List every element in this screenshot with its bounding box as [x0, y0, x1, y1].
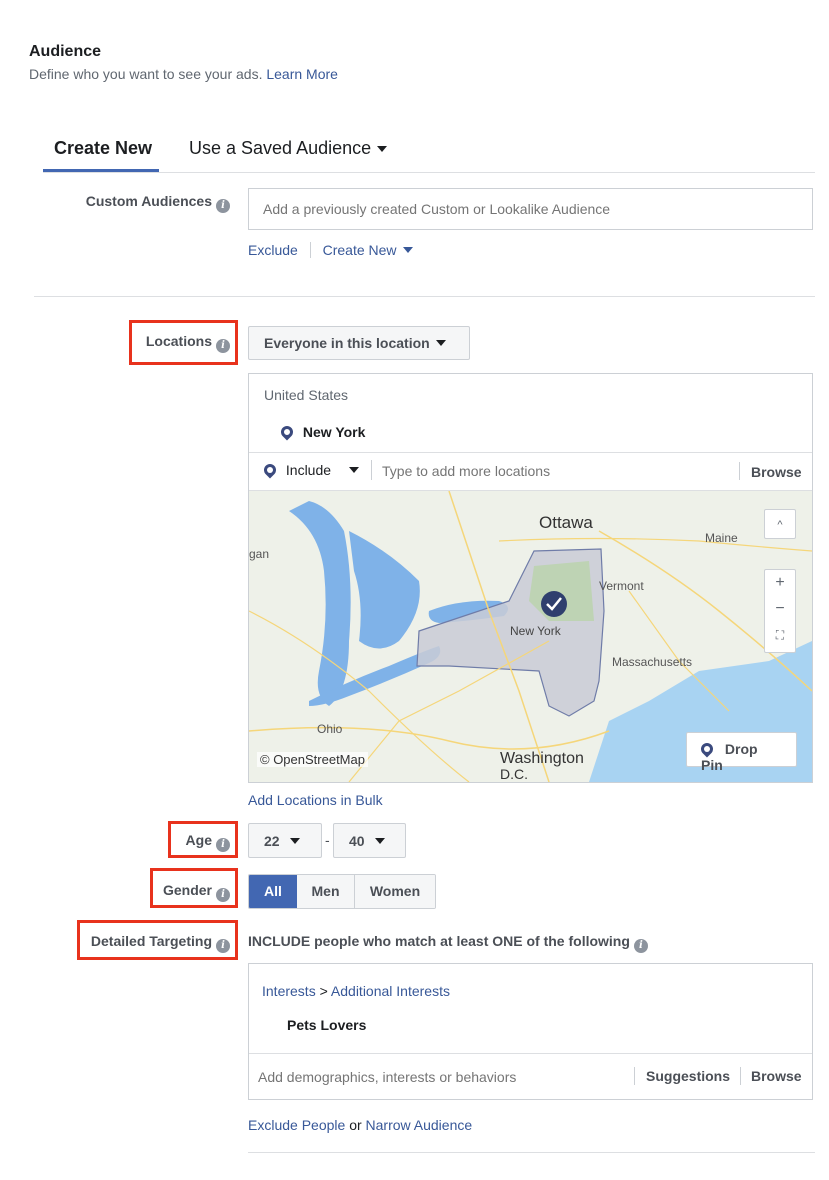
age-label: Age i — [40, 832, 230, 852]
age-label-text: Age — [185, 832, 212, 848]
zoom-out-button[interactable]: − — [765, 596, 795, 622]
targeting-footer-links: Exclude People or Narrow Audience — [248, 1117, 472, 1133]
include-criteria-text: INCLUDE people who match at least ONE of… — [248, 933, 648, 953]
info-icon[interactable]: i — [216, 939, 230, 953]
gender-label-text: Gender — [162, 882, 212, 898]
info-icon[interactable]: i — [633, 939, 648, 953]
chevron-down-icon — [402, 247, 413, 253]
chevron-down-icon — [377, 146, 388, 152]
map-label-ohio: Ohio — [317, 722, 343, 736]
create-new-label: Create New — [322, 242, 397, 258]
chevron-up-icon: ^ — [777, 519, 783, 531]
location-country: United States — [264, 387, 349, 403]
map-attribution: © OpenStreetMap — [257, 752, 368, 767]
targeting-search-input[interactable] — [258, 1063, 628, 1091]
recenter-icon: ⛶ — [775, 628, 785, 642]
detailed-targeting-label-text: Detailed Targeting — [90, 933, 212, 949]
exclude-people-link[interactable]: Exclude People — [248, 1117, 345, 1133]
custom-audiences-label: Custom Audiences i — [40, 193, 230, 213]
selected-location-label: New York — [302, 424, 366, 440]
location-map[interactable]: Ottawa Maine gan Vermont New York Massac… — [249, 491, 812, 782]
chevron-down-icon — [289, 838, 300, 844]
bottom-divider — [248, 1152, 815, 1153]
info-icon[interactable]: i — [216, 199, 230, 213]
age-separator: - — [325, 832, 330, 848]
gender-all-button[interactable]: All — [249, 875, 297, 908]
map-label-maine: Maine — [705, 531, 738, 545]
map-label-new-york: New York — [510, 624, 561, 638]
location-search-input[interactable] — [382, 458, 722, 484]
map-label-dc: D.C. — [500, 766, 528, 782]
suggestions-separator — [634, 1067, 635, 1085]
location-type-label: Everyone in this location — [264, 335, 430, 351]
drop-pin-button[interactable]: Drop Pin — [686, 732, 797, 773]
map-zoom-controls: + − ⛶ — [764, 569, 796, 653]
age-min-value: 22 — [264, 833, 280, 849]
include-separator — [371, 460, 372, 480]
selected-interest[interactable]: Pets Lovers — [287, 1017, 366, 1033]
chevron-down-icon — [374, 838, 385, 844]
include-criteria-label: INCLUDE people who match at least ONE of… — [248, 933, 630, 949]
create-new-link[interactable]: Create New — [323, 242, 413, 258]
locations-label: Locations i — [40, 333, 230, 353]
location-browse-button[interactable]: Browse — [751, 464, 802, 480]
detailed-targeting-label: Detailed Targeting i — [40, 933, 230, 953]
targeting-row-divider — [249, 1053, 812, 1054]
section-subtitle: Define who you want to see your ads. Lea… — [29, 66, 338, 82]
or-text: or — [349, 1117, 362, 1133]
breadcrumb-additional-interests[interactable]: Additional Interests — [331, 983, 450, 999]
action-separator — [309, 242, 311, 258]
info-icon[interactable]: i — [216, 838, 230, 852]
chevron-down-icon — [435, 340, 446, 346]
location-pin-icon — [261, 461, 279, 479]
map-label-massachusetts: Massachusetts — [612, 655, 693, 669]
custom-audience-input[interactable] — [248, 188, 813, 230]
map-label-ottawa: Ottawa — [539, 513, 593, 532]
map-label-vermont: Vermont — [599, 579, 644, 593]
gender-label: Gender i — [40, 882, 230, 902]
location-row-divider — [249, 452, 812, 453]
custom-audiences-label-text: Custom Audiences — [85, 193, 212, 209]
info-icon[interactable]: i — [216, 888, 230, 902]
gender-men-button[interactable]: Men — [297, 875, 355, 908]
targeting-browse-separator — [740, 1067, 741, 1085]
tab-saved-audience[interactable]: Use a Saved Audience — [189, 138, 388, 159]
breadcrumb-interests[interactable]: Interests — [262, 983, 316, 999]
breadcrumb-separator: > — [319, 983, 328, 999]
gender-women-button[interactable]: Women — [355, 875, 435, 908]
targeting-browse-button[interactable]: Browse — [751, 1068, 802, 1084]
section-title: Audience — [29, 43, 102, 60]
tab-create-new[interactable]: Create New — [54, 138, 152, 159]
zoom-in-button[interactable]: + — [765, 570, 795, 596]
include-label: Include — [285, 462, 332, 478]
location-pin-icon — [278, 423, 296, 441]
age-min-dropdown[interactable]: 22 — [248, 823, 322, 858]
add-locations-bulk-link[interactable]: Add Locations in Bulk — [248, 792, 383, 808]
browse-separator — [739, 462, 740, 480]
suggestions-button[interactable]: Suggestions — [646, 1068, 730, 1084]
age-max-dropdown[interactable]: 40 — [333, 823, 406, 858]
info-icon[interactable]: i — [216, 339, 230, 353]
custom-audience-actions: Exclude Create New — [248, 242, 413, 258]
exclude-link[interactable]: Exclude — [248, 242, 298, 258]
targeting-breadcrumb: Interests > Additional Interests — [262, 983, 450, 999]
gender-toggle-group: All Men Women — [248, 874, 436, 909]
location-type-dropdown[interactable]: Everyone in this location — [248, 326, 470, 360]
tab-saved-label: Use a Saved Audience — [189, 138, 372, 158]
age-max-value: 40 — [349, 833, 365, 849]
section-divider — [34, 296, 815, 297]
chevron-down-icon — [348, 467, 359, 473]
tab-divider — [43, 172, 815, 173]
map-label-gan: gan — [249, 547, 270, 561]
subtitle-text: Define who you want to see your ads. — [29, 66, 263, 82]
selected-location[interactable]: New York — [278, 423, 366, 441]
narrow-audience-link[interactable]: Narrow Audience — [366, 1117, 473, 1133]
recenter-button[interactable]: ⛶ — [765, 622, 795, 648]
learn-more-link[interactable]: Learn More — [266, 66, 338, 82]
map-collapse-button[interactable]: ^ — [764, 509, 796, 539]
locations-label-text: Locations — [145, 333, 212, 349]
location-pin-icon — [698, 740, 716, 758]
include-dropdown[interactable]: Include — [261, 461, 359, 479]
